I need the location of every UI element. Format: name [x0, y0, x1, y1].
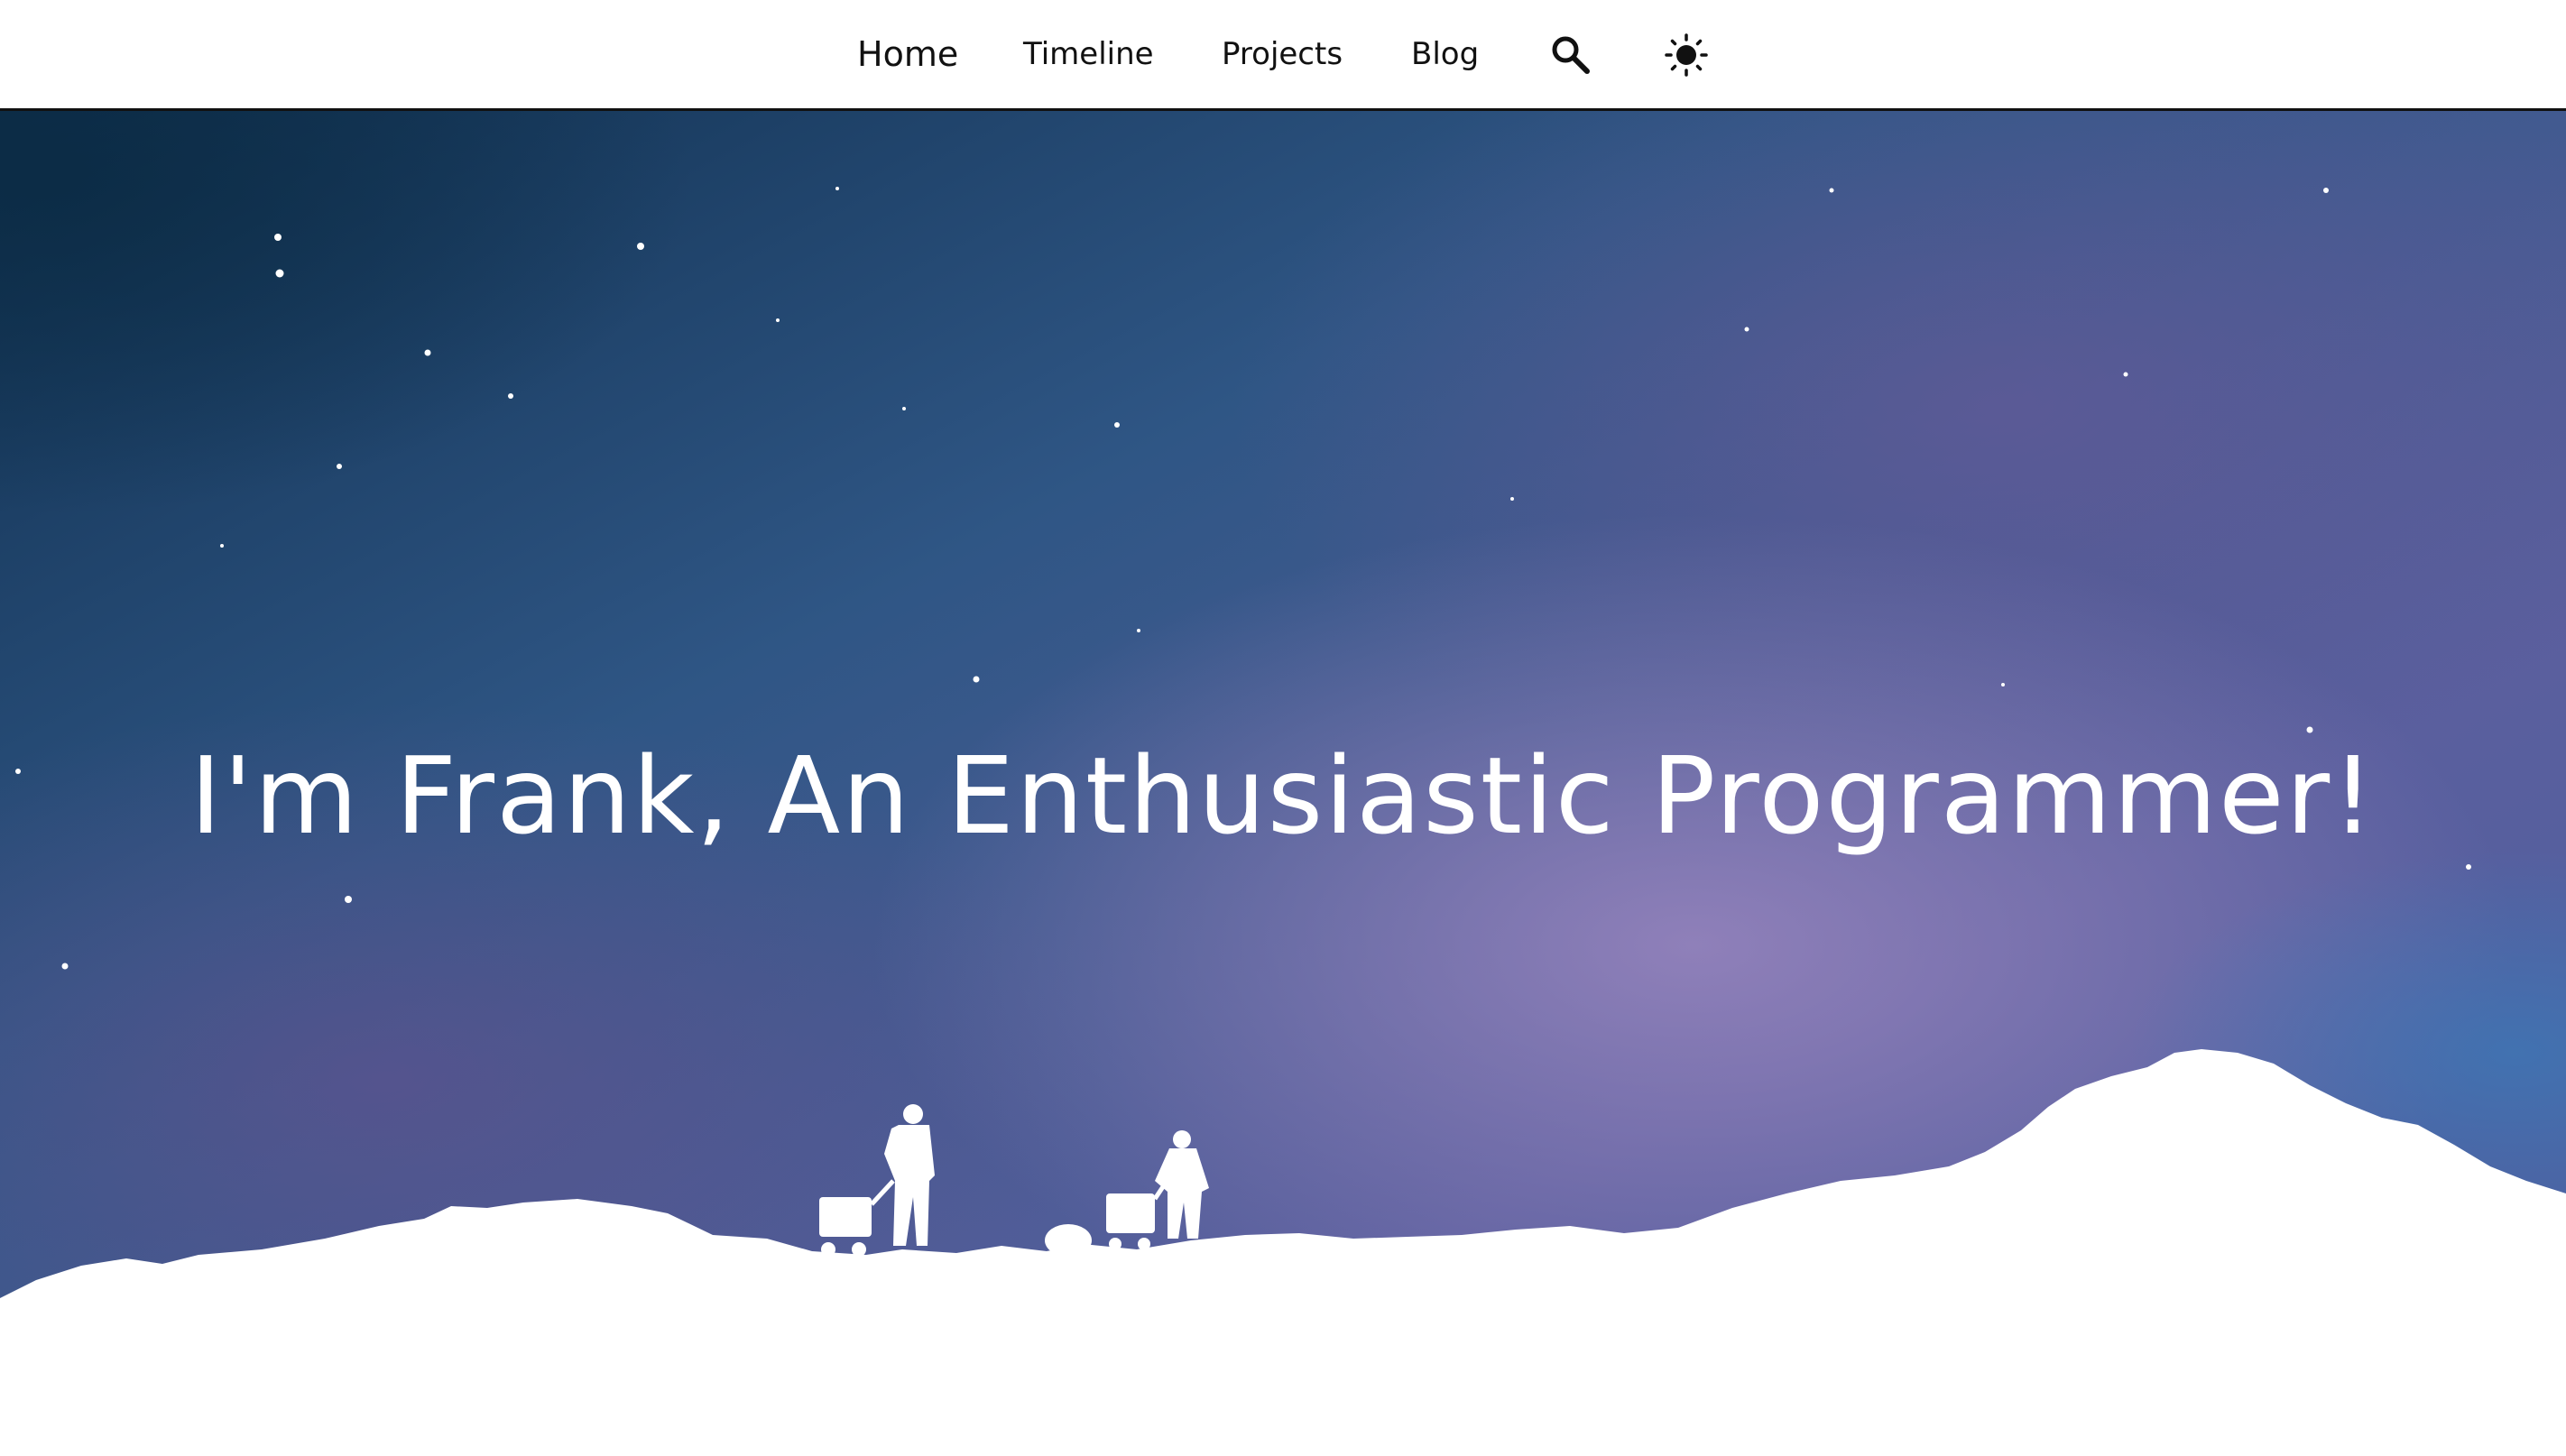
nav-link-projects[interactable]: Projects	[1222, 31, 1343, 78]
nav-link-home[interactable]: Home	[857, 31, 958, 78]
top-navigation-bar: Home Timeline Projects Blog	[0, 0, 2566, 111]
nav-link-blog[interactable]: Blog	[1411, 31, 1479, 78]
hero-title: I'm Frank, An Enthusiastic Programmer!	[189, 733, 2377, 858]
nav-link-timeline[interactable]: Timeline	[1023, 31, 1154, 78]
search-icon[interactable]	[1548, 32, 1593, 78]
hero-banner: I'm Frank, An Enthusiastic Programmer!	[0, 111, 2566, 1456]
sun-icon[interactable]	[1664, 32, 1709, 78]
